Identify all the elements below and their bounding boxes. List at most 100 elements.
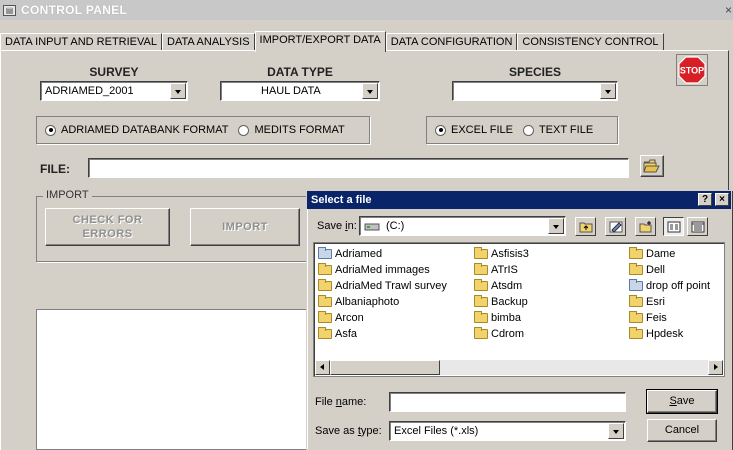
network-folder-icon [629,279,643,291]
tab-strip: DATA INPUT AND RETRIEVAL DATA ANALYSIS I… [0,31,664,52]
folder-item-hpdesk[interactable]: Hpdesk [629,326,710,342]
stop-label: STOP [680,66,704,76]
folder-item-atris[interactable]: ATrIS [474,262,529,278]
save-in-dropdown-arrow-icon[interactable] [548,218,564,234]
desktop-pen-icon [609,221,622,233]
folder-icon [629,263,643,275]
import-group-legend: IMPORT [43,189,92,201]
radio-label: MEDITS FORMAT [254,124,345,136]
data-type-dropdown-arrow-icon[interactable] [362,83,378,99]
new-folder-icon [639,220,651,232]
save-button[interactable]: Save [646,389,718,414]
tab-data-analysis[interactable]: DATA ANALYSIS [162,33,255,51]
file-type-radio-group: EXCEL FILE TEXT FILE [426,116,618,144]
folder-item-feis[interactable]: Feis [629,310,710,326]
file-name-label: File name: [315,396,367,408]
radio-medits-format[interactable]: MEDITS FORMAT [238,124,345,136]
folder-icon [474,247,488,259]
output-area [36,309,341,450]
format-radio-group: ADRIAMED DATABANK FORMAT MEDITS FORMAT [36,116,370,144]
survey-select[interactable]: ADRIAMED_2001 [40,81,188,101]
select-file-dialog: Select a file ? × Save in: (C:) Adriamed… [306,190,732,450]
folder-icon [474,327,488,339]
radio-dot-icon [435,124,446,136]
folder-item-drop-off-point[interactable]: drop off point [629,278,710,294]
folder-icon [318,311,332,323]
tab-data-configuration[interactable]: DATA CONFIGURATION [385,33,518,51]
folder-item-adriamed-trawl-survey[interactable]: AdriaMed Trawl survey [318,278,447,294]
network-folder-icon [318,247,332,259]
save-as-type-value: Excel Files (*.xls) [394,425,479,437]
folder-icon [474,263,488,275]
radio-dot-icon [522,124,534,136]
window-title: CONTROL PANEL [21,3,128,17]
folder-item-dame[interactable]: Dame [629,246,710,262]
species-select[interactable] [452,81,618,101]
import-button[interactable]: IMPORT [190,208,300,246]
save-as-type-dropdown-arrow-icon[interactable] [608,423,624,439]
file-path-input[interactable] [88,158,629,178]
folder-item-asfa[interactable]: Asfa [318,326,447,342]
dialog-close-button[interactable]: × [715,193,729,206]
radio-text-file[interactable]: TEXT FILE [522,124,593,136]
desktop-button[interactable] [605,217,626,236]
check-for-errors-button[interactable]: CHECK FOR ERRORS [45,208,170,246]
folder-item-cdrom[interactable]: Cdrom [474,326,529,342]
dialog-title: Select a file [311,194,372,206]
folder-item-atsdm[interactable]: Atsdm [474,278,529,294]
tab-import-export-data[interactable]: IMPORT/EXPORT DATA [254,31,386,52]
tab-consistency-control[interactable]: CONSISTENCY CONTROL [517,33,664,51]
horizontal-scrollbar[interactable] [315,360,723,375]
save-in-select[interactable]: (C:) [359,216,566,236]
folder-icon [474,295,488,307]
file-list: Adriamed AdriaMed immages AdriaMed Trawl… [313,242,725,377]
radio-adriamed-format[interactable]: ADRIAMED DATABANK FORMAT [45,124,228,136]
species-dropdown-arrow-icon[interactable] [600,83,616,99]
folder-item-dell[interactable]: Dell [629,262,710,278]
stop-button[interactable]: STOP [676,54,708,86]
tab-data-input-and-retrieval[interactable]: DATA INPUT AND RETRIEVAL [0,33,162,51]
list-view-button[interactable] [663,217,684,236]
folder-icon [318,279,332,291]
scroll-thumb[interactable] [330,360,440,375]
folder-item-adriamed-immages[interactable]: AdriaMed immages [318,262,447,278]
radio-dot-icon [238,124,250,136]
browse-button[interactable] [640,155,664,177]
app-icon: ▤ [3,4,16,16]
radio-label: ADRIAMED DATABANK FORMAT [61,124,229,136]
file-list-column-3: Dame Dell drop off point Esri Feis Hpdes… [629,246,710,342]
cancel-button[interactable]: Cancel [647,419,717,442]
dialog-title-bar: Select a file ? × [307,191,731,209]
survey-label: SURVEY [89,65,139,79]
up-one-level-button[interactable] [575,217,596,236]
folder-icon [629,247,643,259]
save-as-type-label: Save as type: [315,425,382,437]
scroll-left-icon[interactable] [315,360,330,375]
save-as-type-select[interactable]: Excel Files (*.xls) [389,421,626,441]
data-type-value: HAUL DATA [261,85,321,97]
folder-item-albaniaphoto[interactable]: Albaniaphoto [318,294,447,310]
list-view-icon [667,221,680,232]
dialog-help-button[interactable]: ? [698,193,712,206]
folder-up-icon [579,222,592,232]
survey-dropdown-arrow-icon[interactable] [170,83,186,99]
folder-item-asfisis3[interactable]: Asfisis3 [474,246,529,262]
details-view-button[interactable] [687,217,708,236]
folder-icon [318,295,332,307]
data-type-select[interactable]: HAUL DATA [220,81,380,101]
folder-item-esri[interactable]: Esri [629,294,710,310]
folder-item-adriamed[interactable]: Adriamed [318,246,447,262]
details-view-icon [691,221,704,232]
window-close-icon[interactable]: × [725,3,732,17]
folder-item-arcon[interactable]: Arcon [318,310,447,326]
open-folder-icon [643,159,660,173]
survey-value: ADRIAMED_2001 [45,85,134,97]
data-type-label: DATA TYPE [267,65,333,79]
file-name-input[interactable] [389,392,626,412]
folder-item-bimba[interactable]: bimba [474,310,529,326]
folder-item-backup[interactable]: Backup [474,294,529,310]
new-folder-button[interactable] [635,217,656,236]
radio-excel-file[interactable]: EXCEL FILE [435,124,513,136]
folder-icon [474,279,488,291]
scroll-right-icon[interactable] [708,360,723,375]
